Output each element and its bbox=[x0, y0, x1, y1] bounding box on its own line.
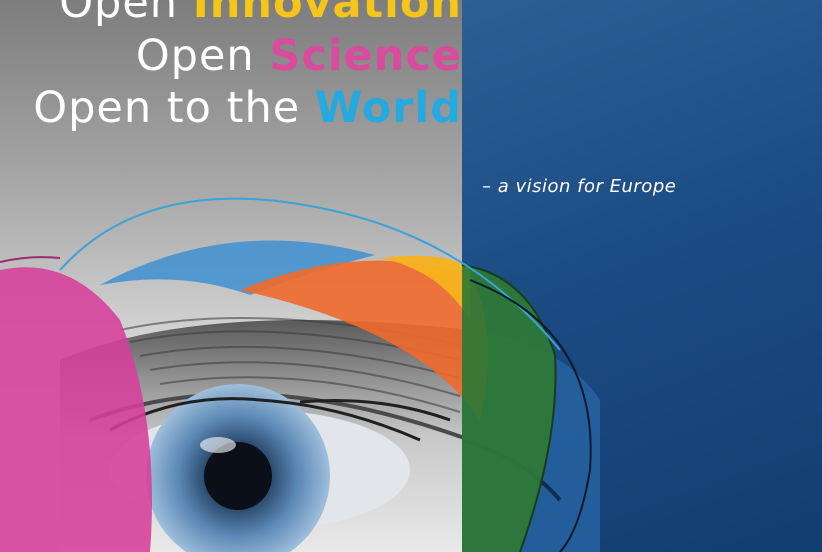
title-world: World bbox=[314, 83, 462, 133]
title-innovation: Innovation bbox=[192, 0, 462, 28]
title-line-world: Open to the World bbox=[33, 87, 462, 130]
title-line-innovation: Open Innovation bbox=[59, 0, 462, 25]
magenta-arc bbox=[0, 267, 152, 552]
title-open-3: Open to the bbox=[33, 83, 301, 133]
title-open-1: Open bbox=[59, 0, 179, 28]
subtitle: – a vision for Europe bbox=[482, 176, 677, 197]
cover-canvas: Open Innovation Open Science Open to the… bbox=[0, 0, 822, 552]
title-open-2: Open bbox=[135, 31, 255, 81]
title-science: Science bbox=[269, 31, 462, 81]
title-line-science: Open Science bbox=[136, 35, 462, 78]
